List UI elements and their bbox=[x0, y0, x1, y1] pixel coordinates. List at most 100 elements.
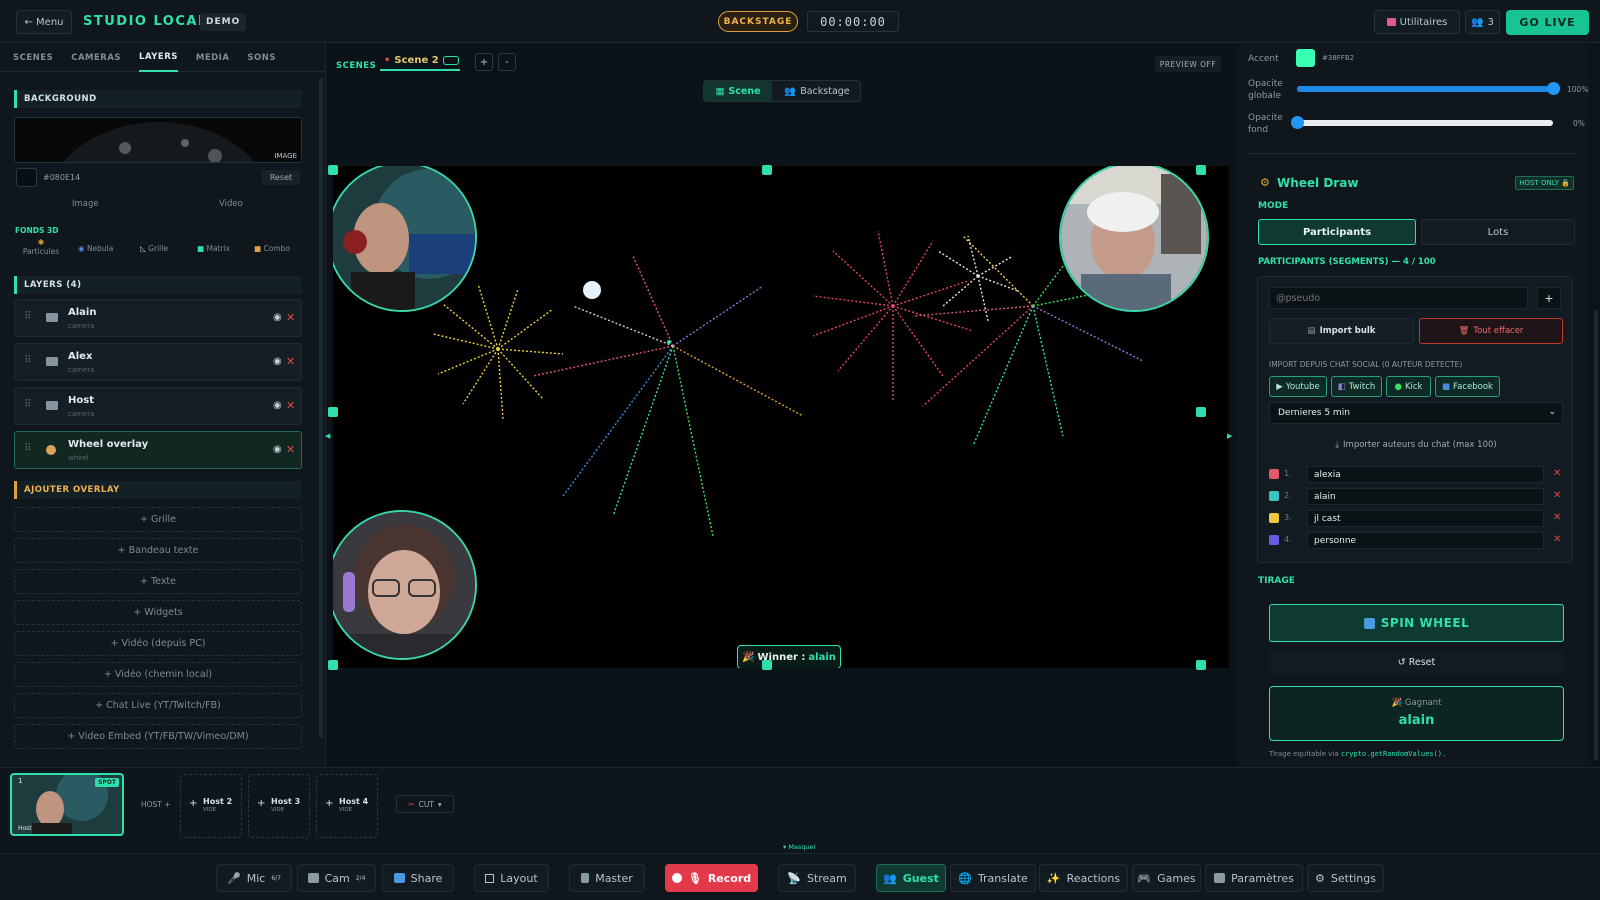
layer-item[interactable]: ⠿ Alain camera ◉ ✕ bbox=[14, 299, 302, 337]
eye-icon[interactable]: ◉ bbox=[273, 444, 282, 455]
layer-item[interactable]: ⠿ Host camera ◉ ✕ bbox=[14, 387, 302, 425]
bg-reset-button[interactable]: Reset bbox=[262, 170, 300, 185]
import-authors-button[interactable]: ⤓ Importer auteurs du chat (max 100) bbox=[1269, 432, 1563, 458]
eye-icon[interactable]: ◉ bbox=[273, 312, 282, 323]
participant-color[interactable] bbox=[1269, 513, 1279, 523]
delete-icon[interactable]: ✕ bbox=[286, 355, 295, 368]
right-scrollbar[interactable] bbox=[1594, 310, 1598, 760]
add-video-pc-button[interactable]: + Vidéo (depuis PC) bbox=[14, 631, 302, 656]
resize-handle[interactable] bbox=[1196, 407, 1206, 417]
clear-all-button[interactable]: 🗑 Tout effacer bbox=[1419, 318, 1563, 344]
opacity-bg-knob[interactable] bbox=[1291, 116, 1304, 129]
remove-participant-icon[interactable]: ✕ bbox=[1553, 468, 1561, 479]
host-slot-1[interactable]: 1 SPOT Host bbox=[10, 773, 124, 836]
add-host-button[interactable]: HOST + bbox=[141, 800, 171, 809]
scene-canvas[interactable]: 🎉 Winner : alain bbox=[333, 166, 1229, 668]
eye-icon[interactable]: ◉ bbox=[273, 400, 282, 411]
go-live-button[interactable]: GO LIVE bbox=[1506, 10, 1589, 35]
delete-icon[interactable]: ✕ bbox=[286, 443, 295, 456]
mic-button[interactable]: 🎤 Mic 6/7 bbox=[216, 864, 292, 892]
share-button[interactable]: Share bbox=[382, 864, 454, 892]
participant-color[interactable] bbox=[1269, 491, 1279, 501]
video-option[interactable]: Video bbox=[219, 199, 243, 209]
drag-handle-icon[interactable]: ⠿ bbox=[24, 443, 31, 454]
resize-handle[interactable] bbox=[762, 660, 772, 670]
remove-scene-button[interactable]: - bbox=[498, 53, 516, 71]
youtube-button[interactable]: ▶ Youtube bbox=[1269, 376, 1327, 397]
resize-handle[interactable] bbox=[1196, 165, 1206, 175]
scene-tab[interactable]: • Scene 2 bbox=[380, 51, 460, 71]
mode-participants-button[interactable]: Participants bbox=[1258, 219, 1416, 245]
accent-hex[interactable]: #38FFB2 bbox=[1322, 54, 1354, 62]
backstage-badge[interactable]: BACKSTAGE bbox=[718, 11, 798, 32]
timeframe-select[interactable]: Dernieres 5 min ⌄ bbox=[1269, 402, 1563, 424]
record-button[interactable]: 🎙 Record bbox=[665, 864, 758, 892]
accent-swatch[interactable] bbox=[1296, 49, 1315, 67]
resize-handle[interactable] bbox=[762, 165, 772, 175]
camera-host[interactable] bbox=[333, 510, 477, 660]
participant-name-field[interactable]: jl cast bbox=[1307, 510, 1544, 527]
scene-view-button[interactable]: ▦ Scene bbox=[704, 81, 772, 101]
add-video-embed-button[interactable]: + Video Embed (YT/FB/TW/Vimeo/DM) bbox=[14, 724, 302, 749]
import-bulk-button[interactable]: ▤ Import bulk bbox=[1269, 318, 1414, 344]
tab-sons[interactable]: SONS bbox=[247, 44, 276, 72]
opacity-bg-slider[interactable] bbox=[1291, 116, 1553, 129]
camera-alex[interactable] bbox=[1059, 166, 1209, 312]
mode-lots-button[interactable]: Lots bbox=[1421, 219, 1575, 245]
participant-color[interactable] bbox=[1269, 535, 1279, 545]
eye-icon[interactable]: ◉ bbox=[273, 356, 282, 367]
games-button[interactable]: 🎮 Games bbox=[1132, 864, 1201, 892]
image-option[interactable]: Image bbox=[72, 199, 99, 209]
collapse-right-icon[interactable]: ▶ bbox=[1227, 432, 1235, 450]
reset-wheel-button[interactable]: ↺ Reset bbox=[1269, 650, 1564, 675]
resize-handle[interactable] bbox=[328, 660, 338, 670]
remove-participant-icon[interactable]: ✕ bbox=[1553, 534, 1561, 545]
bg-color-swatch[interactable] bbox=[16, 168, 37, 187]
stream-button[interactable]: 📡 Stream bbox=[778, 864, 856, 892]
participant-color[interactable] bbox=[1269, 469, 1279, 479]
opacity-global-slider[interactable] bbox=[1297, 82, 1560, 95]
participant-name-field[interactable]: alain bbox=[1307, 488, 1544, 505]
fonds-nebula[interactable]: ◉ Nebula bbox=[78, 244, 113, 253]
drag-handle-icon[interactable]: ⠿ bbox=[24, 399, 31, 410]
hide-toggle[interactable]: ▾ Masquer bbox=[783, 843, 816, 851]
guests-count-button[interactable]: 👥 3 bbox=[1465, 10, 1500, 34]
pseudo-input[interactable] bbox=[1269, 287, 1528, 309]
tab-cameras[interactable]: CAMERAS bbox=[71, 44, 121, 72]
opacity-global-knob[interactable] bbox=[1547, 82, 1560, 95]
tab-layers[interactable]: LAYERS bbox=[139, 44, 178, 72]
cut-transition-button[interactable]: ✂ CUT ▾ bbox=[396, 795, 454, 813]
tab-scenes[interactable]: SCENES bbox=[13, 44, 53, 72]
delete-icon[interactable]: ✕ bbox=[286, 399, 295, 412]
add-grid-button[interactable]: + Grille bbox=[14, 507, 302, 532]
spin-wheel-button[interactable]: SPIN WHEEL bbox=[1269, 604, 1564, 642]
resize-handle[interactable] bbox=[328, 165, 338, 175]
add-video-local-button[interactable]: + Vidéo (chemin local) bbox=[14, 662, 302, 687]
tab-media[interactable]: MEDIA bbox=[196, 44, 230, 72]
add-banner-button[interactable]: + Bandeau texte bbox=[14, 538, 302, 563]
master-button[interactable]: Master bbox=[569, 864, 645, 892]
kick-button[interactable]: ● Kick bbox=[1386, 376, 1431, 397]
left-scrollbar[interactable] bbox=[319, 78, 323, 738]
layer-item[interactable]: ⠿ Alex camera ◉ ✕ bbox=[14, 343, 302, 381]
host-slot-2[interactable]: + Host 2 VIDE bbox=[180, 774, 242, 838]
participant-name-field[interactable]: alexia bbox=[1307, 466, 1544, 483]
fonds-matrix[interactable]: ■ Matrix bbox=[197, 244, 230, 253]
add-chat-live-button[interactable]: + Chat Live (YT/Twitch/FB) bbox=[14, 693, 302, 718]
utilities-button[interactable]: Utilitaires bbox=[1374, 10, 1460, 34]
facebook-button[interactable]: ■ Facebook bbox=[1435, 376, 1500, 397]
host-slot-4[interactable]: + Host 4 VIDE bbox=[316, 774, 378, 838]
parametres-button[interactable]: Paramètres bbox=[1205, 864, 1303, 892]
add-scene-button[interactable]: + bbox=[475, 53, 493, 71]
backstage-view-button[interactable]: 👥 Backstage bbox=[774, 81, 860, 101]
layout-button[interactable]: Layout bbox=[474, 864, 549, 892]
host-slot-3[interactable]: + Host 3 VIDE bbox=[248, 774, 310, 838]
add-widgets-button[interactable]: + Widgets bbox=[14, 600, 302, 625]
fonds-grille[interactable]: ◺ Grille bbox=[140, 244, 168, 253]
cam-button[interactable]: Cam 2/4 bbox=[297, 864, 376, 892]
bg-color-value[interactable]: #080E14 bbox=[43, 173, 80, 182]
resize-handle[interactable] bbox=[1196, 660, 1206, 670]
layer-item[interactable]: ⠿ Wheel overlay wheel ◉ ✕ bbox=[14, 431, 302, 469]
remove-participant-icon[interactable]: ✕ bbox=[1553, 490, 1561, 501]
add-text-button[interactable]: + Texte bbox=[14, 569, 302, 594]
